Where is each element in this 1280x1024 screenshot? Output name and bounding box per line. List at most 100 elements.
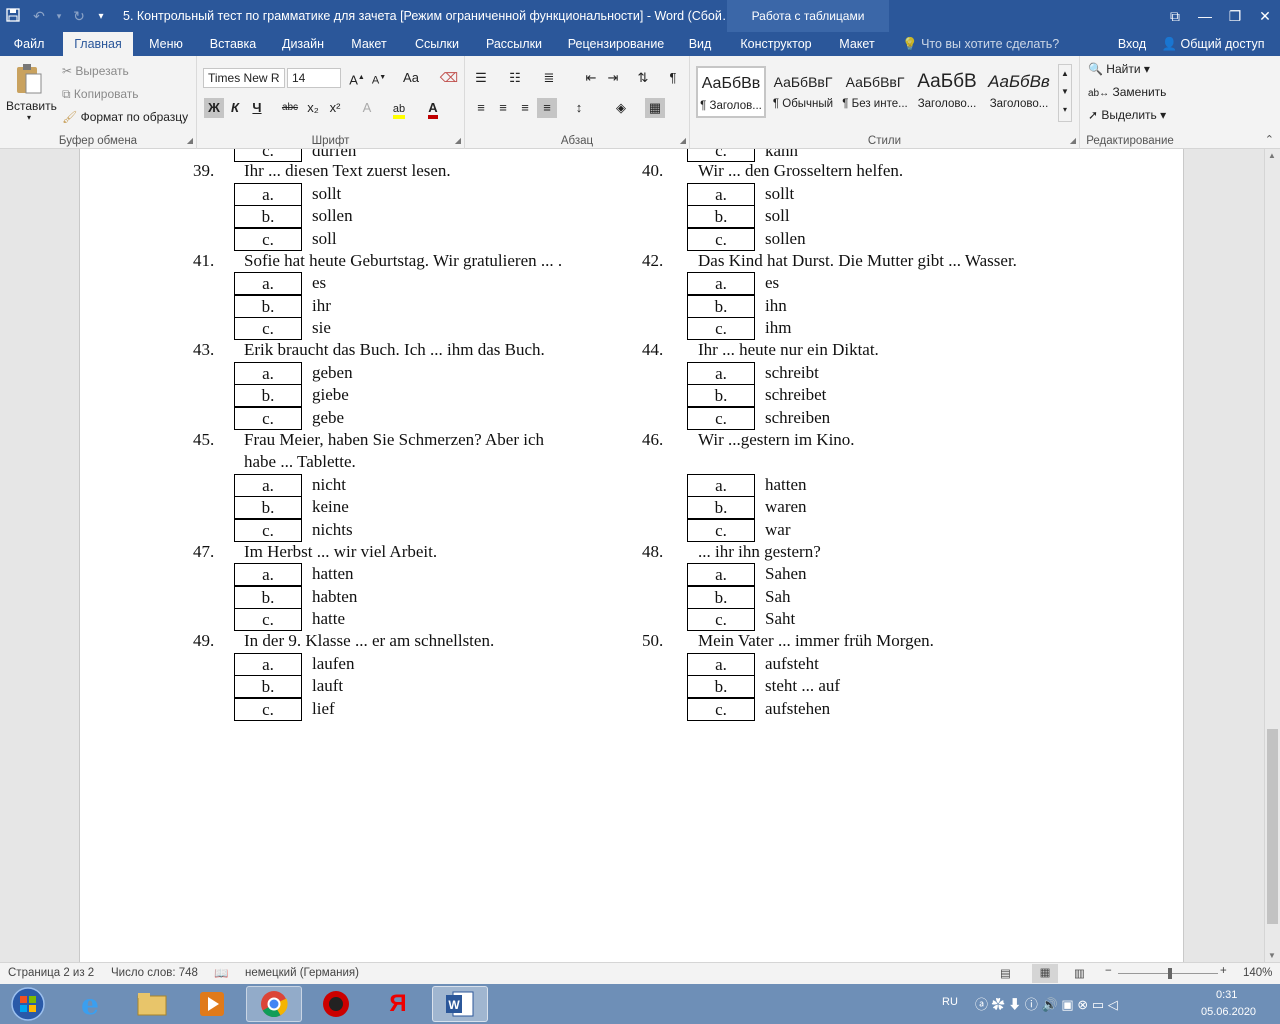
line-spacing-icon[interactable]: ↕ — [569, 98, 589, 118]
align-right-icon[interactable]: ≡ — [515, 98, 535, 118]
tray-download-icon[interactable]: ⬇ — [1008, 997, 1021, 1012]
vertical-scrollbar[interactable]: ▲ ▼ — [1264, 149, 1280, 962]
scrollbar-thumb[interactable] — [1267, 729, 1278, 924]
volume-icon[interactable]: 🔊 — [1042, 997, 1058, 1012]
more-styles-icon[interactable]: ▾ — [1059, 101, 1071, 119]
style-normal[interactable]: АаБбВвГ ¶ Обычный — [768, 66, 838, 118]
collapse-ribbon-icon[interactable]: ⌃ — [1265, 133, 1274, 146]
start-button[interactable] — [2, 986, 54, 1022]
power-icon[interactable]: ▭ — [1092, 997, 1104, 1012]
chevron-up-icon[interactable]: ▲ — [1059, 65, 1071, 83]
paste-button[interactable]: Вставить ▾ — [6, 62, 57, 122]
antivirus-icon[interactable] — [308, 986, 364, 1022]
style-heading-1[interactable]: АаБбВв ¶ Заголов... — [696, 66, 766, 118]
find-button[interactable]: 🔍 Найти ▾ — [1088, 62, 1150, 76]
close-icon[interactable]: ✕ — [1250, 0, 1280, 32]
dialog-launcher-icon[interactable]: ◢ — [1070, 136, 1076, 145]
tab-mailings[interactable]: Рассылки — [480, 32, 548, 56]
redo-icon[interactable]: ↻ — [66, 8, 92, 25]
grow-font-icon[interactable]: A▲ — [347, 68, 367, 88]
undo-icon[interactable]: ↶ — [26, 8, 52, 25]
scroll-up-icon[interactable]: ▲ — [1268, 151, 1276, 160]
document-page[interactable]: c. durfen c. kann 39. Ihr ... diesen Text… — [79, 149, 1184, 962]
antivirus-tray-icon[interactable]: ⊗ — [1077, 997, 1088, 1012]
clock-date[interactable]: 05.06.2020 — [1201, 1006, 1256, 1018]
format-painter-button[interactable]: 🖌 Формат по образцу — [62, 110, 188, 124]
zoom-slider-thumb[interactable] — [1168, 968, 1172, 979]
styles-scroll[interactable]: ▲ ▼ ▾ — [1058, 64, 1072, 122]
superscript-button[interactable]: x² — [325, 98, 345, 118]
scroll-down-icon[interactable]: ▼ — [1268, 951, 1276, 960]
clock-time[interactable]: 0:31 — [1216, 989, 1237, 1001]
ribbon-display-icon[interactable]: ⧉ — [1160, 0, 1190, 32]
decrease-indent-icon[interactable]: ⇤ — [581, 68, 601, 88]
clear-formatting-icon[interactable]: ⌫ — [439, 68, 459, 88]
input-language[interactable]: RU — [942, 996, 958, 1008]
file-explorer-icon[interactable] — [124, 986, 180, 1022]
align-center-icon[interactable]: ≡ — [493, 98, 513, 118]
dialog-launcher-icon[interactable]: ◢ — [455, 136, 461, 145]
tab-file[interactable]: Файл — [4, 32, 54, 56]
pilcrow-icon[interactable]: ¶ — [663, 68, 683, 88]
tab-insert[interactable]: Вставка — [204, 32, 262, 56]
highlight-icon[interactable]: ab — [389, 98, 409, 119]
tray-settings-icon[interactable]: ✿ — [992, 997, 1005, 1012]
tab-layout[interactable]: Макет — [344, 32, 394, 56]
numbering-icon[interactable]: ☷ — [505, 68, 525, 88]
page-count[interactable]: Страница 2 из 2 — [8, 967, 94, 979]
text-effects-icon[interactable]: A — [357, 98, 377, 118]
speaker-tray-icon[interactable]: ◁ — [1108, 997, 1118, 1012]
underline-button[interactable]: Ч — [247, 98, 267, 118]
justify-icon[interactable]: ≡ — [537, 98, 557, 118]
tab-home[interactable]: Главная — [63, 32, 133, 56]
copy-button[interactable]: ⧉ Копировать — [62, 87, 139, 102]
style-heading-2[interactable]: АаБбВ Заголово... — [912, 66, 982, 118]
style-no-spacing[interactable]: АаБбВвГ ¶ Без инте... — [840, 66, 910, 118]
tell-me-box[interactable]: 💡 Что вы хотите сделать? — [902, 32, 1059, 56]
zoom-out-icon[interactable]: − — [1105, 965, 1112, 977]
dialog-launcher-icon[interactable]: ◢ — [187, 136, 193, 145]
web-layout-icon[interactable]: ▥ — [1074, 966, 1085, 980]
select-button[interactable]: ➚ Выделить ▾ — [1088, 108, 1166, 122]
tab-menu[interactable]: Меню — [140, 32, 192, 56]
yandex-browser-icon[interactable]: Я — [370, 986, 426, 1022]
tab-references[interactable]: Ссылки — [408, 32, 466, 56]
language-indicator[interactable]: немецкий (Германия) — [245, 967, 359, 979]
borders-icon[interactable]: ▦ — [645, 98, 665, 118]
restore-icon[interactable]: ❐ — [1220, 0, 1250, 32]
print-layout-icon[interactable]: ▦ — [1032, 964, 1058, 983]
font-color-icon[interactable]: A — [423, 98, 443, 119]
proofing-icon[interactable]: 📖 — [214, 966, 228, 980]
chevron-down-icon[interactable]: ▼ — [1059, 83, 1071, 101]
font-name-box[interactable]: Times New R — [203, 68, 285, 88]
subscript-button[interactable]: x₂ — [303, 98, 323, 118]
increase-indent-icon[interactable]: ⇥ — [603, 68, 623, 88]
tray-icons[interactable]: ⓐ ✿ ⬇ ⓘ 🔊 ▣ ⊗ ▭ ◁ — [975, 994, 1118, 1013]
tab-design[interactable]: Дизайн — [276, 32, 330, 56]
read-mode-icon[interactable]: ▤ — [1000, 966, 1011, 980]
tray-update-icon[interactable]: ⓘ — [1025, 997, 1038, 1012]
change-case-button[interactable]: Aa — [397, 68, 425, 88]
tab-view[interactable]: Вид — [684, 32, 716, 56]
italic-button[interactable]: К — [225, 98, 245, 118]
cut-button[interactable]: ✂ Вырезать — [62, 64, 129, 78]
share-button[interactable]: 👤 Общий доступ — [1158, 32, 1268, 56]
dialog-launcher-icon[interactable]: ◢ — [680, 136, 686, 145]
chrome-icon[interactable] — [246, 986, 302, 1022]
replace-button[interactable]: ab↔ Заменить — [1088, 85, 1166, 99]
undo-dropdown-icon[interactable]: ▾ — [52, 11, 66, 22]
sort-icon[interactable]: ⇅ — [633, 68, 653, 88]
bold-button[interactable]: Ж — [204, 98, 224, 118]
style-heading-3[interactable]: АаБбВв Заголово... — [984, 66, 1054, 118]
align-left-icon[interactable]: ≡ — [471, 98, 491, 118]
zoom-level[interactable]: 140% — [1243, 967, 1272, 979]
tab-review[interactable]: Рецензирование — [562, 32, 670, 56]
network-icon[interactable]: ▣ — [1061, 997, 1073, 1012]
minimize-icon[interactable]: — — [1190, 0, 1220, 32]
font-size-box[interactable]: 14 — [287, 68, 341, 88]
tray-app-icon[interactable]: ⓐ — [975, 997, 988, 1012]
internet-explorer-icon[interactable]: e — [62, 986, 118, 1022]
word-count[interactable]: Число слов: 748 — [111, 967, 198, 979]
media-player-icon[interactable] — [184, 986, 240, 1022]
save-icon[interactable] — [0, 7, 26, 25]
